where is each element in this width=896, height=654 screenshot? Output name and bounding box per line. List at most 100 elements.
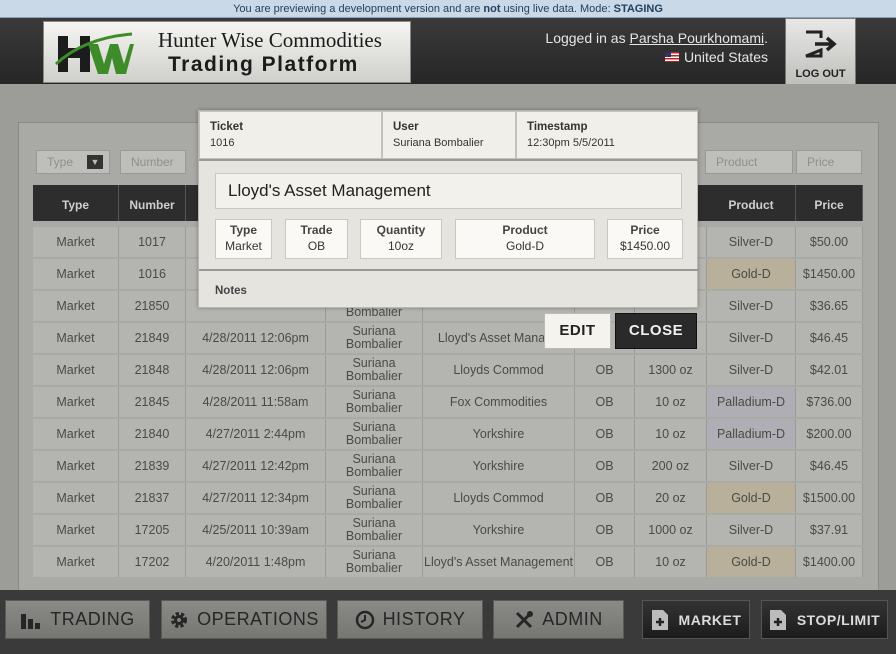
product-field-value: Gold-D (505, 239, 544, 253)
product-filter[interactable]: Product (705, 150, 793, 174)
nav-admin-button[interactable]: ADMIN (493, 600, 624, 639)
trade-field: Trade OB (285, 219, 348, 259)
number-filter[interactable]: Number (120, 150, 186, 174)
quantity-field-label: Quantity (376, 223, 426, 237)
ticket-detail-dialog: Ticket 1016 User Suriana Bombalier Times… (198, 110, 699, 308)
user-link[interactable]: Parsha Pourkhomami (629, 30, 764, 46)
cell-trade: OB (575, 515, 635, 545)
login-info: Logged in as Parsha Pourkhomami. United … (545, 30, 768, 65)
col-price[interactable]: Price (796, 185, 863, 221)
cell-user: Suriana Bombalier (326, 451, 423, 481)
table-row[interactable]: Market 21840 4/27/2011 2:44pm Suriana Bomba… (33, 417, 863, 449)
col-type[interactable]: Type (33, 185, 119, 221)
cell-product: Silver-D (707, 323, 796, 353)
cell-user: Suriana Bombalier (326, 387, 423, 417)
dropdown-arrow-icon: ▼ (87, 155, 103, 169)
cell-number: 21840 (119, 419, 186, 449)
new-document-icon (651, 609, 668, 630)
nav-trading-button[interactable]: TRADING (5, 600, 150, 639)
ticket-label: Ticket (210, 121, 244, 133)
cell-client: Lloyds Commod (423, 355, 575, 385)
cell-user: Suriana Bombalier (326, 355, 423, 385)
cell-time: 4/28/2011 12:06pm (186, 355, 326, 385)
cell-number: 1016 (119, 259, 186, 289)
cell-qty: 1000 oz (635, 515, 707, 545)
nav-trading-label: TRADING (50, 609, 135, 629)
table-row[interactable]: Market 21837 4/27/2011 12:34pm Suriana Bomb… (33, 481, 863, 513)
table-row[interactable]: Market 21848 4/28/2011 12:06pm Suriana Bomb… (33, 353, 863, 385)
nav-history-button[interactable]: HISTORY (337, 600, 483, 639)
table-row[interactable]: Market 21849 4/28/2011 12:06pm Suriana Bomb… (33, 321, 863, 353)
user-cell: User Suriana Bombalier (382, 111, 516, 159)
cell-product: Silver-D (707, 227, 796, 257)
nav-operations-button[interactable]: OPERATIONS (161, 600, 327, 639)
cell-type: Market (33, 483, 119, 513)
market-label: MARKET (678, 611, 742, 628)
cell-type: Market (33, 515, 119, 545)
price-filter[interactable]: Price (796, 150, 862, 174)
cell-product: Palladium-D (707, 419, 796, 449)
timestamp-cell: Timestamp 12:30pm 5/5/2011 (516, 111, 698, 159)
cell-type: Market (33, 227, 119, 257)
bar-chart-icon (21, 613, 41, 629)
client-name: Lloyd's Asset Management (215, 173, 682, 209)
cell-client: Yorkshire (423, 451, 575, 481)
table-row[interactable]: Market 21845 4/28/2011 11:58am Suriana Bomb… (33, 385, 863, 417)
logout-button[interactable]: LOG OUT (785, 18, 856, 89)
banner-text-suffix: using live data. Mode: (500, 3, 614, 15)
cell-number: 1017 (119, 227, 186, 257)
timestamp-label: Timestamp (527, 121, 588, 133)
type-field-value: Market (225, 239, 262, 253)
col-product[interactable]: Product (707, 185, 796, 221)
cell-user: Suriana Bombalier (326, 419, 423, 449)
logged-in-label: Logged in as (545, 30, 626, 46)
cell-product: Silver-D (707, 355, 796, 385)
type-filter[interactable]: Type ▼ (36, 150, 110, 174)
cell-qty: 1300 oz (635, 355, 707, 385)
col-number[interactable]: Number (119, 185, 186, 221)
cell-number: 21837 (119, 483, 186, 513)
ticket-cell: Ticket 1016 (199, 111, 382, 159)
banner-text: You are previewing a development version… (233, 3, 484, 15)
cell-price: $1400.00 (796, 547, 863, 577)
cell-trade: OB (575, 419, 635, 449)
divider (199, 269, 699, 271)
cell-price: $37.91 (796, 515, 863, 545)
new-market-order-button[interactable]: MARKET (642, 600, 750, 639)
quantity-field-value: 10oz (387, 239, 415, 253)
app-header: Hunter Wise Commodities Trading Platform… (0, 18, 896, 89)
type-filter-label: Type (47, 155, 74, 169)
table-row[interactable]: Market 21839 4/27/2011 12:42pm Suriana Bomb… (33, 449, 863, 481)
cell-trade: OB (575, 387, 635, 417)
gear-icon (171, 611, 188, 628)
cell-number: 21849 (119, 323, 186, 353)
cell-type: Market (33, 451, 119, 481)
cell-client: Yorkshire (423, 515, 575, 545)
table-row[interactable]: Market 17202 4/20/2011 1:48pm Suriana Bomba… (33, 545, 863, 577)
cell-time: 4/20/2011 1:48pm (186, 547, 326, 577)
product-field-label: Product (502, 223, 548, 237)
banner-emphasis: not (483, 3, 501, 15)
cell-price: $50.00 (796, 227, 863, 257)
new-stop-limit-order-button[interactable]: STOP/LIMIT (761, 600, 888, 639)
cell-number: 21850 (119, 291, 186, 321)
table-row[interactable]: Market 17205 4/25/2011 10:39am Suriana Bomb… (33, 513, 863, 545)
cell-user: Suriana Bombalier (326, 483, 423, 513)
banner-mode: STAGING (613, 3, 663, 15)
price-field: Price $1450.00 (607, 219, 683, 259)
nav-operations-label: OPERATIONS (197, 609, 319, 629)
close-button[interactable]: CLOSE (615, 313, 697, 349)
cell-number: 21845 (119, 387, 186, 417)
cell-client: Lloyd's Asset Management (423, 547, 575, 577)
cell-qty: 200 oz (635, 451, 707, 481)
cell-number: 17202 (119, 547, 186, 577)
tools-icon (516, 610, 534, 628)
cell-price: $1500.00 (796, 483, 863, 513)
timestamp-value: 12:30pm 5/5/2011 (527, 137, 615, 149)
cell-time: 4/28/2011 12:06pm (186, 323, 326, 353)
edit-button[interactable]: EDIT (544, 313, 611, 349)
cell-price: $1450.00 (796, 259, 863, 289)
cell-time: 4/28/2011 11:58am (186, 387, 326, 417)
cell-product: Silver-D (707, 291, 796, 321)
cell-price: $42.01 (796, 355, 863, 385)
